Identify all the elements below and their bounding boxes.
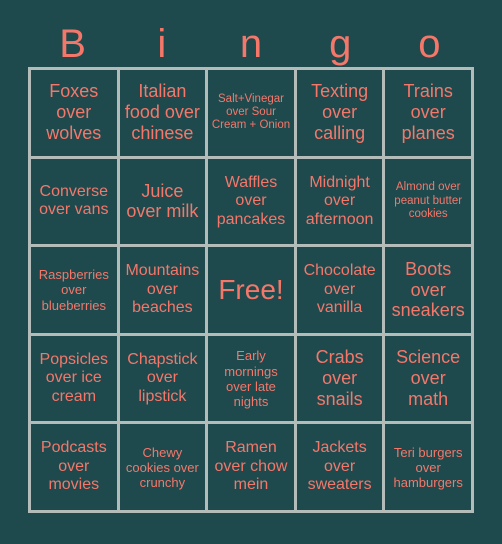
bingo-header-letter-i: i [157, 21, 167, 66]
bingo-cell-label: Mountains over beaches [125, 262, 200, 317]
bingo-cell-r2-c1[interactable]: Converse over vans [31, 158, 117, 245]
bingo-cell-r2-c3[interactable]: Waffles over pancakes [208, 158, 294, 245]
bingo-cell-r4-c1[interactable]: Popsicles over ice cream [31, 335, 117, 422]
bingo-cell-r4-c4[interactable]: Crabs over snails [296, 335, 383, 422]
bingo-cell-label: Juice over milk [126, 180, 199, 222]
bingo-cell-r5-c5[interactable]: Teri burgers over hamburgers [385, 424, 471, 510]
bingo-header-letter-o: o [418, 21, 441, 66]
bingo-cell-label: Almond over peanut butter cookies [394, 181, 463, 221]
bingo-cell-r2-c2[interactable]: Juice over milk [119, 158, 206, 245]
bingo-cell-label: Ramen over chow mein [214, 439, 288, 494]
bingo-cell-r1-c2[interactable]: Italian food over chinese [119, 70, 206, 156]
bingo-cell-r3-c4[interactable]: Chocolate over vanilla [296, 247, 383, 333]
bingo-cell-r4-c3[interactable]: Early mornings over late nights [208, 335, 294, 422]
bingo-cell-label: Podcasts over movies [40, 439, 107, 494]
bingo-header-letter-g: g [329, 21, 352, 66]
bingo-grid: Foxes over wolves Italian food over chine… [28, 67, 474, 513]
bingo-cell-label: Salt+Vinegar over Sour Cream + Onion [211, 92, 291, 132]
bingo-cell-label: Foxes over wolves [46, 81, 102, 144]
bingo-cell-label: Science over math [396, 347, 461, 410]
bingo-cell-r4-c5[interactable]: Science over math [385, 335, 471, 422]
bingo-cell-r1-c4[interactable]: Texting over calling [296, 70, 383, 156]
bingo-cell-r2-c4[interactable]: Midnight over afternoon [296, 158, 383, 245]
bingo-cell-label: Chapstick over lipstick [127, 350, 198, 405]
bingo-cell-label: Free! [218, 273, 284, 305]
bingo-cell-label: Raspberries over blueberries [38, 267, 109, 313]
bingo-cell-r1-c1[interactable]: Foxes over wolves [31, 70, 117, 156]
bingo-header-letter-n: n [239, 21, 263, 66]
bingo-cell-label: Chocolate over vanilla [303, 262, 376, 317]
bingo-cell-r2-c5[interactable]: Almond over peanut butter cookies [385, 158, 471, 245]
bingo-cell-label: Texting over calling [311, 81, 369, 144]
bingo-cell-r5-c2[interactable]: Chewy cookies over crunchy [119, 424, 206, 510]
bingo-cell-label: Teri burgers over hamburgers [393, 444, 463, 490]
bingo-cell-r3-c1[interactable]: Raspberries over blueberries [31, 247, 117, 333]
bingo-cell-label: Chewy cookies over crunchy [125, 444, 199, 490]
bingo-cell-label: Jackets over sweaters [307, 439, 372, 494]
bingo-cell-r5-c4[interactable]: Jackets over sweaters [296, 424, 383, 510]
bingo-cell-r5-c3[interactable]: Ramen over chow mein [208, 424, 294, 510]
bingo-cell-r3-c2[interactable]: Mountains over beaches [119, 247, 206, 333]
bingo-cell-r4-c2[interactable]: Chapstick over lipstick [119, 335, 206, 422]
bingo-card: B i n g o Foxes over wolves Italian food … [0, 0, 502, 544]
bingo-cell-label: Boots over sneakers [391, 258, 465, 321]
bingo-cell-r1-c5[interactable]: Trains over planes [385, 70, 471, 156]
bingo-cell-r3-c5[interactable]: Boots over sneakers [385, 247, 471, 333]
bingo-cell-label: Popsicles over ice cream [39, 350, 109, 405]
bingo-cell-label: Converse over vans [39, 182, 109, 219]
bingo-cell-label: Waffles over pancakes [216, 173, 286, 228]
bingo-cell-label: Trains over planes [401, 81, 455, 144]
bingo-cell-r5-c1[interactable]: Podcasts over movies [31, 424, 117, 510]
bingo-cell-label: Midnight over afternoon [305, 173, 374, 228]
bingo-cell-label: Early mornings over late nights [224, 348, 278, 409]
bingo-header-letter-b: B [59, 21, 86, 66]
bingo-cell-label: Crabs over snails [315, 347, 364, 410]
bingo-header: B i n g o [28, 20, 474, 67]
bingo-cell-r1-c3[interactable]: Salt+Vinegar over Sour Cream + Onion [208, 70, 294, 156]
bingo-cell-r3-c3[interactable]: Free! [208, 247, 294, 333]
bingo-cell-label: Italian food over chinese [124, 81, 200, 144]
